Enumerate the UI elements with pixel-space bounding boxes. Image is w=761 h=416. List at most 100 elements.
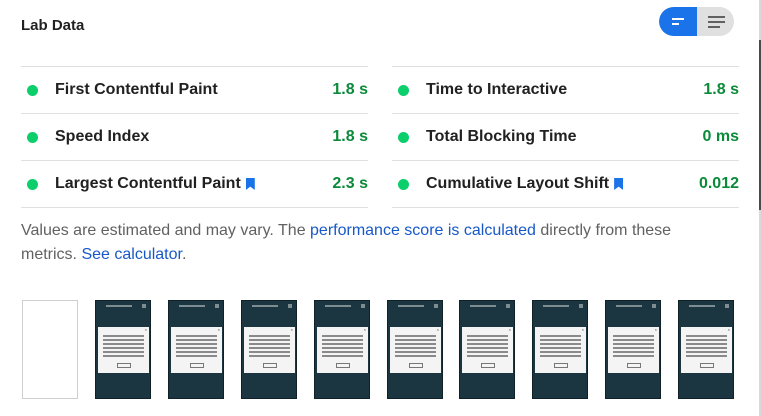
thumbnail-menu-icon	[434, 304, 438, 308]
thumbnail-text-line	[540, 343, 581, 345]
thumbnail-button	[409, 363, 423, 368]
thumbnail-close-icon: ×	[727, 327, 730, 332]
thumbnail-text-line	[613, 335, 654, 337]
metric-time-to-interactive[interactable]: Time to Interactive 1.8 s	[392, 66, 739, 113]
thumbnail-text-line	[395, 347, 436, 349]
thumbnail-dialog: ×	[317, 327, 368, 373]
metric-cumulative-layout-shift[interactable]: Cumulative Layout Shift 0.012	[392, 160, 739, 208]
thumbnail-text-line	[686, 347, 727, 349]
thumbnail-header	[325, 305, 351, 307]
thumbnail-text-line	[686, 335, 727, 337]
thumbnail-text-line	[395, 335, 436, 337]
thumbnail-text-line	[540, 351, 581, 353]
filmstrip-frame: ×	[605, 300, 661, 399]
thumbnail-dialog: ×	[681, 327, 732, 373]
metrics-disclaimer: Values are estimated and may vary. The p…	[21, 219, 721, 267]
thumbnail-button	[627, 363, 641, 368]
metric-first-contentful-paint[interactable]: First Contentful Paint 1.8 s	[21, 66, 368, 113]
thumbnail-dialog: ×	[535, 327, 586, 373]
thumbnail-dialog: ×	[608, 327, 659, 373]
thumbnail-text-line	[176, 347, 217, 349]
filmstrip-frame: ×	[678, 300, 734, 399]
metric-value: 1.8 s	[332, 128, 368, 145]
thumbnail-text-line	[613, 339, 654, 341]
note-text: Values are estimated and may vary. The	[21, 222, 311, 239]
filmstrip-frame	[22, 300, 78, 399]
thumbnail-text-line	[249, 355, 290, 357]
metric-value: 1.8 s	[703, 81, 739, 98]
thumbnail-text-line	[686, 351, 727, 353]
thumbnail-text-line	[103, 335, 144, 337]
metric-speed-index[interactable]: Speed Index 1.8 s	[21, 113, 368, 160]
filmstrip-frame: ×	[95, 300, 151, 399]
thumbnail-header	[689, 305, 715, 307]
view-toggle[interactable]	[659, 7, 734, 36]
thumbnail-text-line	[249, 339, 290, 341]
thumbnail-text-line	[467, 347, 508, 349]
thumbnail-button	[190, 363, 204, 368]
bookmark-icon[interactable]	[245, 178, 255, 190]
filmstrip: × × × × × × × × ×	[22, 300, 742, 400]
thumbnail-text-line	[176, 355, 217, 357]
metric-largest-contentful-paint[interactable]: Largest Contentful Paint 2.3 s	[21, 160, 368, 208]
thumbnail-text-line	[103, 343, 144, 345]
compact-view-button[interactable]	[659, 7, 697, 36]
thumbnail-button	[263, 363, 277, 368]
thumbnail-text-line	[322, 339, 363, 341]
thumbnail-close-icon: ×	[363, 327, 366, 332]
thumbnail-close-icon: ×	[508, 327, 511, 332]
thumbnail-text-line	[322, 347, 363, 349]
thumbnail-button	[336, 363, 350, 368]
thumbnail-text-line	[540, 355, 581, 357]
performance-score-link[interactable]: performance score is calculated	[310, 222, 536, 239]
pass-indicator-icon	[27, 84, 38, 96]
note-text: .	[181, 246, 187, 263]
metric-total-blocking-time[interactable]: Total Blocking Time 0 ms	[392, 113, 739, 160]
thumbnail-menu-icon	[725, 304, 729, 308]
thumbnail-close-icon: ×	[144, 327, 147, 332]
thumbnail-menu-icon	[361, 304, 365, 308]
thumbnail-text-line	[467, 343, 508, 345]
filmstrip-frame: ×	[241, 300, 297, 399]
thumbnail-text-line	[103, 347, 144, 349]
thumbnail-close-icon: ×	[290, 327, 293, 332]
thumbnail-menu-icon	[142, 304, 146, 308]
thumbnail-text-line	[686, 339, 727, 341]
thumbnail-text-line	[103, 351, 144, 353]
metric-value: 0 ms	[702, 128, 739, 145]
thumbnail-button	[700, 363, 714, 368]
expanded-view-button[interactable]	[697, 7, 734, 36]
metric-label: Speed Index	[55, 128, 150, 145]
thumbnail-menu-icon	[579, 304, 583, 308]
thumbnail-menu-icon	[652, 304, 656, 308]
thumbnail-text-line	[395, 355, 436, 357]
pass-indicator-icon	[398, 131, 409, 143]
metric-label: Time to Interactive	[426, 81, 568, 98]
thumbnail-text-line	[395, 351, 436, 353]
thumbnail-header	[179, 305, 205, 307]
bookmark-icon[interactable]	[614, 178, 624, 190]
thumbnail-text-line	[686, 343, 727, 345]
metric-value: 0.012	[698, 175, 739, 192]
thumbnail-text-line	[467, 339, 508, 341]
see-calculator-link[interactable]: See calculator	[81, 246, 182, 263]
metric-label: Total Blocking Time	[426, 128, 577, 145]
thumbnail-menu-icon	[506, 304, 510, 308]
thumbnail-text-line	[395, 343, 436, 345]
thumbnail-button	[117, 363, 131, 368]
metric-value: 1.8 s	[332, 81, 368, 98]
thumbnail-header	[398, 305, 424, 307]
thumbnail-text-line	[613, 347, 654, 349]
thumbnail-text-line	[395, 339, 436, 341]
compact-view-icon	[672, 18, 684, 25]
thumbnail-close-icon: ×	[654, 327, 657, 332]
metric-value: 2.3 s	[332, 175, 368, 192]
thumbnail-text-line	[467, 335, 508, 337]
thumbnail-menu-icon	[288, 304, 292, 308]
filmstrip-frame: ×	[387, 300, 443, 399]
thumbnail-text-line	[322, 335, 363, 337]
filmstrip-frame: ×	[532, 300, 588, 399]
thumbnail-text-line	[249, 347, 290, 349]
thumbnail-close-icon: ×	[581, 327, 584, 332]
thumbnail-text-line	[686, 355, 727, 357]
